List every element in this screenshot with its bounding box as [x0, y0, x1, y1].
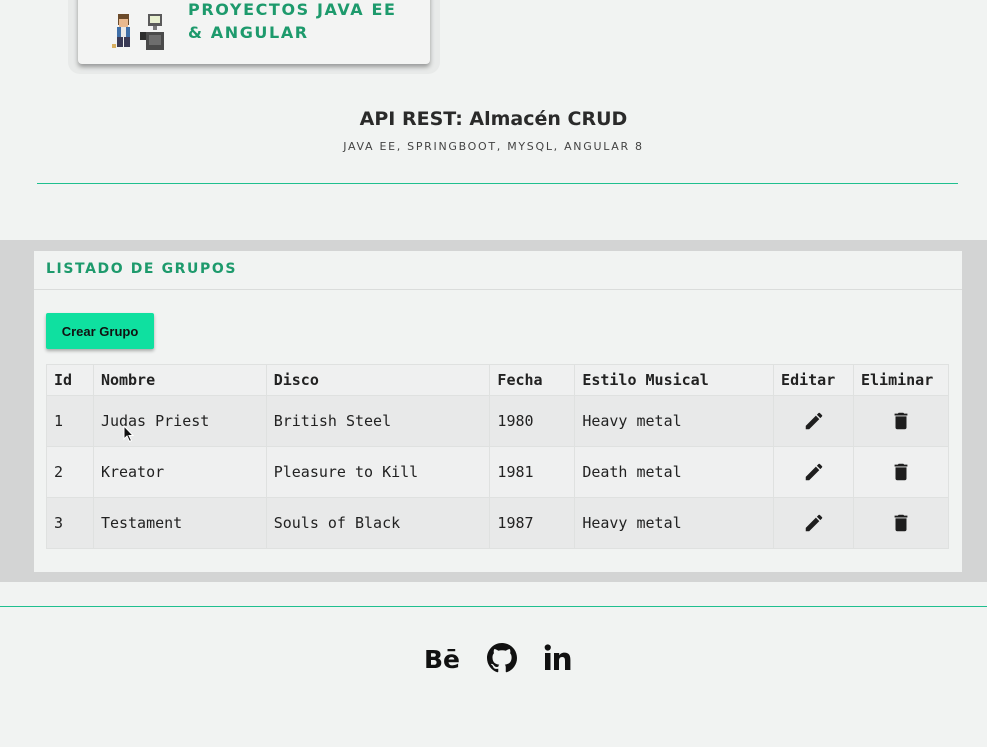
table-row: 3 Testament Souls of Black 1987 Heavy me…	[46, 497, 950, 549]
page-title: API REST: Almacén CRUD	[359, 108, 628, 130]
cell-estilo: Heavy metal	[574, 497, 775, 549]
cell-edit	[773, 497, 854, 549]
trash-icon[interactable]	[890, 410, 912, 432]
column-header-editar: Editar	[773, 364, 854, 396]
column-header-disco: Disco	[265, 364, 491, 396]
table-row: 2 Kreator Pleasure to Kill 1981 Death me…	[46, 446, 950, 498]
behance-icon[interactable]: Bē	[423, 642, 461, 674]
developer-illustration	[112, 14, 164, 50]
mouse-cursor-icon	[123, 425, 135, 443]
cell-fecha: 1981	[489, 446, 576, 498]
cell-disco: British Steel	[265, 395, 491, 447]
cell-disco: Souls of Black	[265, 497, 491, 549]
cell-delete	[852, 446, 950, 498]
page-subtitle: JAVA EE, SPRINGBOOT, MYSQL, ANGULAR 8	[343, 140, 644, 153]
cell-estilo: Heavy metal	[574, 395, 775, 447]
cell-fecha: 1987	[489, 497, 576, 549]
cell-fecha: 1980	[489, 395, 576, 447]
trash-icon[interactable]	[890, 461, 912, 483]
panel-title: LISTADO DE GRUPOS	[46, 261, 238, 277]
cell-nombre: Testament	[92, 497, 267, 549]
column-header-estilo: Estilo Musical	[574, 364, 775, 396]
groups-panel: LISTADO DE GRUPOS Crear Grupo Id Nombre …	[34, 251, 962, 572]
cell-disco: Pleasure to Kill	[265, 446, 491, 498]
table-header-row: Id Nombre Disco Fecha Estilo Musical Edi…	[46, 364, 950, 396]
header-divider	[37, 183, 958, 184]
groups-table: Id Nombre Disco Fecha Estilo Musical Edi…	[46, 364, 950, 549]
github-icon[interactable]	[487, 642, 517, 674]
cell-delete	[852, 395, 950, 447]
hero-title: PROYECTOS JAVA EE & ANGULAR	[188, 0, 397, 42]
cell-id: 2	[46, 446, 94, 498]
hero-card: PROYECTOS JAVA EE & ANGULAR	[78, 0, 430, 64]
column-header-nombre: Nombre	[92, 364, 267, 396]
footer-divider	[0, 606, 987, 607]
table-row: 1 Judas Priest British Steel 1980 Heavy …	[46, 395, 950, 447]
column-header-id: Id	[46, 364, 94, 396]
cell-delete	[852, 497, 950, 549]
cell-edit	[773, 446, 854, 498]
linkedin-icon[interactable]	[543, 642, 573, 674]
cell-estilo: Death metal	[574, 446, 775, 498]
cell-nombre: Judas Priest	[92, 395, 267, 447]
svg-text:Bē: Bē	[424, 645, 460, 674]
pencil-icon[interactable]	[803, 461, 825, 483]
pencil-icon[interactable]	[803, 410, 825, 432]
create-group-button[interactable]: Crear Grupo	[46, 313, 154, 349]
trash-icon[interactable]	[890, 512, 912, 534]
cell-id: 1	[46, 395, 94, 447]
panel-header: LISTADO DE GRUPOS	[34, 251, 962, 290]
cell-edit	[773, 395, 854, 447]
column-header-eliminar: Eliminar	[852, 364, 950, 396]
cell-nombre: Kreator	[92, 446, 267, 498]
cell-id: 3	[46, 497, 94, 549]
pencil-icon[interactable]	[803, 512, 825, 534]
column-header-fecha: Fecha	[489, 364, 576, 396]
